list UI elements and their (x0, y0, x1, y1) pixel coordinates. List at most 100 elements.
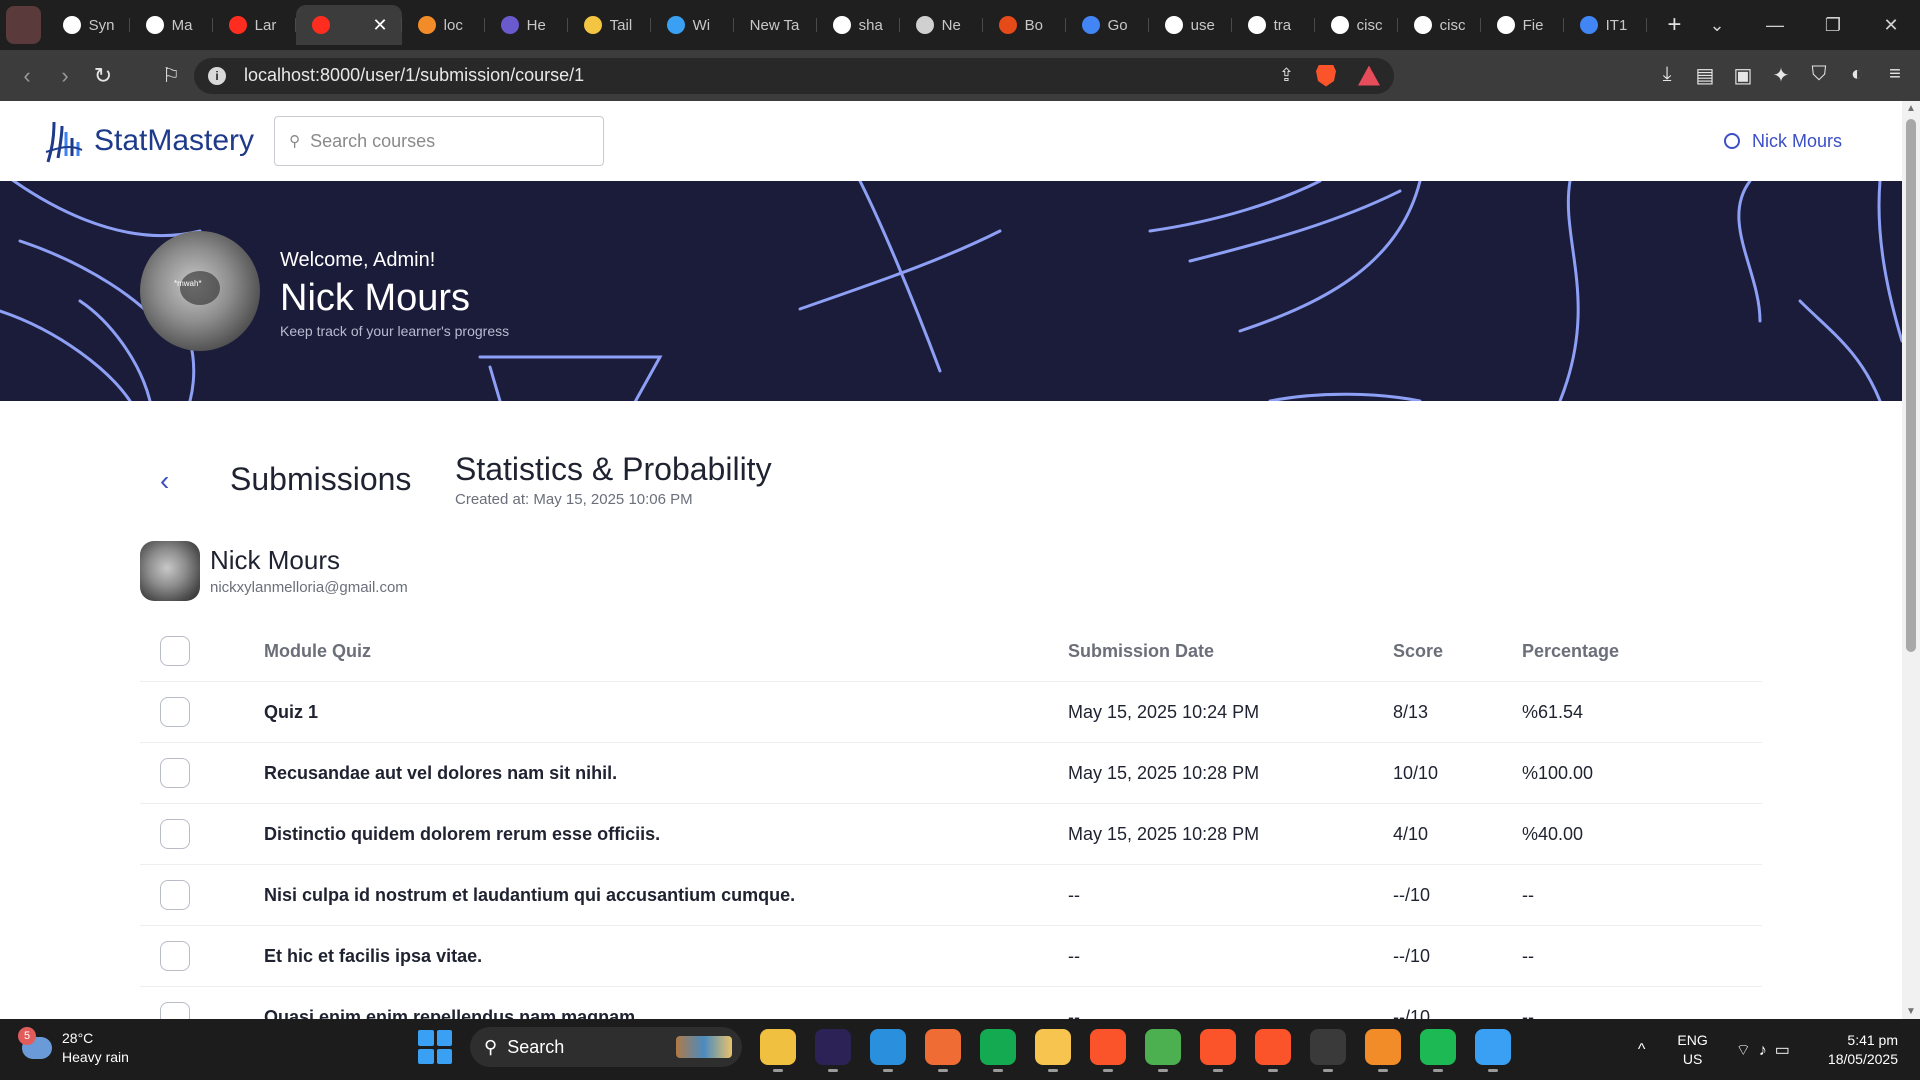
laravel-icon (228, 16, 247, 34)
bookmark-icon[interactable]: ⚐ (156, 63, 186, 88)
tab-search-icon[interactable]: ⌄ (1688, 15, 1746, 36)
mongodb-icon[interactable] (980, 1029, 1016, 1072)
vpn-icon[interactable]: ⛉ (1808, 63, 1830, 88)
back-button[interactable]: ‹ (160, 465, 190, 497)
table-row[interactable]: Nisi culpa id nostrum et laudantium qui … (140, 865, 1762, 926)
sidebar-toggle-icon[interactable] (6, 6, 41, 44)
browser-tab[interactable]: tra (1232, 5, 1315, 45)
user-name: Nick Mours (1751, 130, 1842, 151)
scroll-down-icon[interactable]: ▼ (1902, 1006, 1920, 1017)
forward-icon[interactable]: › (46, 63, 84, 89)
extension-icon[interactable]: ◐ (1846, 63, 1868, 88)
user-icon (1723, 133, 1740, 149)
browser-tab[interactable]: New Ta (734, 5, 817, 45)
close-window-icon[interactable]: ✕ (1862, 15, 1920, 36)
browser-tab[interactable]: Ma (130, 5, 213, 45)
vscode-icon[interactable] (870, 1029, 906, 1072)
row-checkbox[interactable] (160, 1002, 190, 1019)
table-row[interactable]: Quiz 1 May 15, 2025 10:24 PM 8/13 %61.54 (140, 682, 1762, 743)
reload-icon[interactable]: ↻ (84, 63, 122, 89)
site-info-icon[interactable]: i (208, 66, 226, 85)
browser-tab[interactable]: Tail (568, 5, 651, 45)
browser-tab[interactable]: use (1149, 5, 1232, 45)
brave-shields-icon[interactable] (1316, 64, 1336, 87)
keyboard-region: US (1682, 1050, 1703, 1067)
browser-tab[interactable]: cisc (1398, 5, 1481, 45)
folder-icon[interactable] (1035, 1029, 1071, 1072)
browser-tab[interactable]: Go (1066, 5, 1149, 45)
table-row[interactable]: Quasi enim enim repellendus nam magnam. -… (140, 987, 1762, 1019)
tab-list: Syn Ma Lar ✕ loc He Tail Wi New Ta sha Ne Bo Go use tr… (47, 0, 1647, 50)
search-input[interactable] (310, 130, 591, 152)
browser-tab[interactable]: loc (402, 5, 485, 45)
share-icon[interactable]: ⇪ (1279, 65, 1294, 86)
weather-widget[interactable]: 5 28°C Heavy rain (18, 1027, 129, 1067)
browser-tab[interactable]: Syn (47, 5, 130, 45)
terminal-icon[interactable] (1310, 1029, 1346, 1072)
table-row[interactable]: Et hic et facilis ipsa vitae. -- --/10 -- (140, 926, 1762, 987)
row-checkbox[interactable] (160, 819, 190, 849)
minimize-icon[interactable]: — (1746, 15, 1804, 36)
brave-rewards-icon[interactable]: 1 (1358, 65, 1380, 86)
download-icon[interactable]: ⤓ (1656, 63, 1678, 88)
scroll-up-icon[interactable]: ▲ (1902, 103, 1920, 114)
postman-icon[interactable] (925, 1029, 961, 1072)
browser-tab[interactable]: He (485, 5, 568, 45)
wallet-icon[interactable]: ▣ (1732, 63, 1754, 88)
clock-time: 5:41 pm (1847, 1031, 1898, 1048)
back-icon[interactable]: ‹ (8, 63, 46, 89)
close-tab-icon[interactable]: ✕ (373, 15, 388, 36)
table-row[interactable]: Recusandae aut vel dolores nam sit nihil… (140, 743, 1762, 804)
menu-icon[interactable]: ≡ (1884, 63, 1906, 88)
browser-tab[interactable]: cisc (1315, 5, 1398, 45)
browser-tab[interactable]: ✕ (295, 5, 402, 45)
spotify-icon[interactable] (1420, 1029, 1456, 1072)
user-menu[interactable]: Nick Mours (1723, 130, 1842, 152)
brave-nightly-icon[interactable] (1255, 1029, 1291, 1072)
browser-tab[interactable]: Wi (651, 5, 734, 45)
browser-tab[interactable]: Fie (1481, 5, 1564, 45)
clock[interactable]: 5:41 pm 18/05/2025 (1828, 1031, 1898, 1069)
leo-ai-icon[interactable]: ✦ (1770, 63, 1792, 88)
table-row[interactable]: Distinctio quidem dolorem rerum esse off… (140, 804, 1762, 865)
select-all-checkbox[interactable] (160, 636, 190, 666)
row-checkbox[interactable] (160, 697, 190, 727)
eclipse-icon[interactable] (815, 1029, 851, 1072)
network-volume-battery-icons[interactable]: ⌔♪▭ (1736, 1040, 1798, 1060)
web-page: StatMastery ⚲ Nick Mours (0, 101, 1902, 1019)
browser-tab-label: tra (1273, 16, 1292, 34)
restore-icon[interactable]: ❐ (1804, 15, 1862, 36)
brave-beta-icon[interactable] (1200, 1029, 1236, 1072)
brand-logo[interactable]: StatMastery (44, 118, 254, 164)
browser-tab[interactable]: Lar (213, 5, 296, 45)
url-text[interactable]: localhost:8000/user/1/submission/course/… (244, 65, 584, 86)
row-checkbox[interactable] (160, 880, 190, 910)
chrome-icon[interactable] (1145, 1029, 1181, 1072)
weather-icon: 5 (18, 1027, 52, 1059)
row-checkbox[interactable] (160, 758, 190, 788)
browser-tab-label: cisc (1439, 16, 1466, 34)
scrollbar-thumb[interactable] (1906, 119, 1916, 652)
xampp-icon[interactable] (1365, 1029, 1401, 1072)
course-search[interactable]: ⚲ (274, 116, 605, 166)
running-indicator (938, 1069, 948, 1072)
browser-tab[interactable]: Ne (900, 5, 983, 45)
score: 10/10 (1393, 762, 1439, 783)
language-indicator[interactable]: ENG US (1677, 1031, 1707, 1069)
chevron-up-icon[interactable]: ^ (1638, 1041, 1646, 1059)
notepad-icon[interactable] (1475, 1029, 1511, 1072)
start-icon[interactable] (418, 1030, 452, 1064)
browser-tab[interactable]: IT1 (1564, 5, 1647, 45)
running-indicator (1103, 1069, 1113, 1072)
sidebar-icon[interactable]: ▤ (1694, 63, 1716, 88)
file-explorer-icon[interactable] (760, 1029, 796, 1072)
profile-hero-banner: *mwah* Welcome, Admin! Nick Mours Keep t… (0, 181, 1902, 401)
page-scrollbar[interactable]: ▲ ▼ (1902, 101, 1920, 1019)
browser-tab[interactable]: sha (817, 5, 900, 45)
taskbar-search[interactable]: ⚲ Search (470, 1027, 742, 1067)
brave-icon[interactable] (1090, 1029, 1126, 1072)
new-tab-button[interactable]: + (1661, 11, 1688, 39)
row-checkbox[interactable] (160, 941, 190, 971)
address-bar[interactable]: i localhost:8000/user/1/submission/cours… (194, 57, 1394, 94)
browser-tab[interactable]: Bo (983, 5, 1066, 45)
